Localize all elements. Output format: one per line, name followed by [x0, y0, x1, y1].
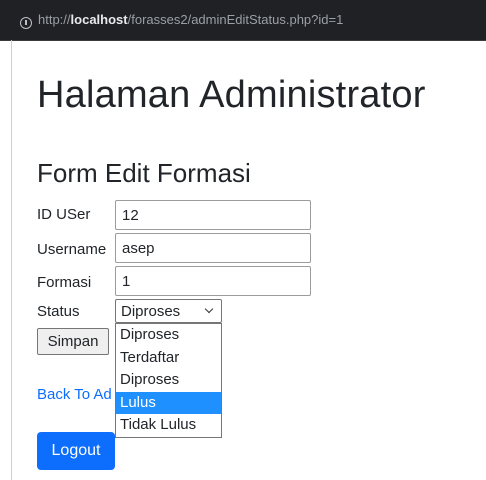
formasi-label: Formasi [37, 274, 92, 291]
window-edge-divider [11, 40, 12, 480]
formasi-input[interactable] [115, 266, 311, 296]
page: http://localhost/forasses2/adminEditStat… [0, 0, 486, 480]
url-host: localhost [70, 12, 128, 27]
back-to-admin-link[interactable]: Back To Ad [37, 386, 112, 403]
status-option-diproses-2[interactable]: Diproses [116, 369, 221, 392]
username-label: Username [37, 241, 107, 258]
status-option-lulus[interactable]: Lulus [116, 391, 221, 415]
url-scheme: http:// [38, 12, 71, 27]
id-user-input[interactable] [115, 200, 311, 230]
status-option-diproses[interactable]: Diproses [116, 324, 221, 347]
status-label: Status [37, 303, 80, 320]
form-title: Form Edit Formasi [37, 158, 251, 188]
url-text[interactable]: http://localhost/forasses2/adminEditStat… [38, 12, 343, 27]
address-bar[interactable]: http://localhost/forasses2/adminEditStat… [0, 0, 486, 41]
status-select[interactable]: Diproses [115, 299, 222, 323]
status-selected-value: Diproses [121, 303, 181, 320]
chevron-down-icon [204, 304, 214, 314]
save-button[interactable]: Simpan [37, 328, 109, 355]
url-path: /forasses2/adminEditStatus.php?id=1 [127, 12, 344, 27]
id-user-label: ID USer [37, 206, 91, 223]
logout-button[interactable]: Logout [37, 432, 115, 470]
status-option-tidak-lulus[interactable]: Tidak Lulus [116, 414, 221, 437]
status-dropdown-list: Diproses Terdaftar Diproses Lulus Tidak … [115, 323, 222, 438]
page-title: Halaman Administrator [37, 74, 426, 116]
username-input[interactable] [115, 233, 311, 263]
info-icon[interactable] [20, 17, 32, 29]
status-option-terdaftar[interactable]: Terdaftar [116, 347, 221, 370]
